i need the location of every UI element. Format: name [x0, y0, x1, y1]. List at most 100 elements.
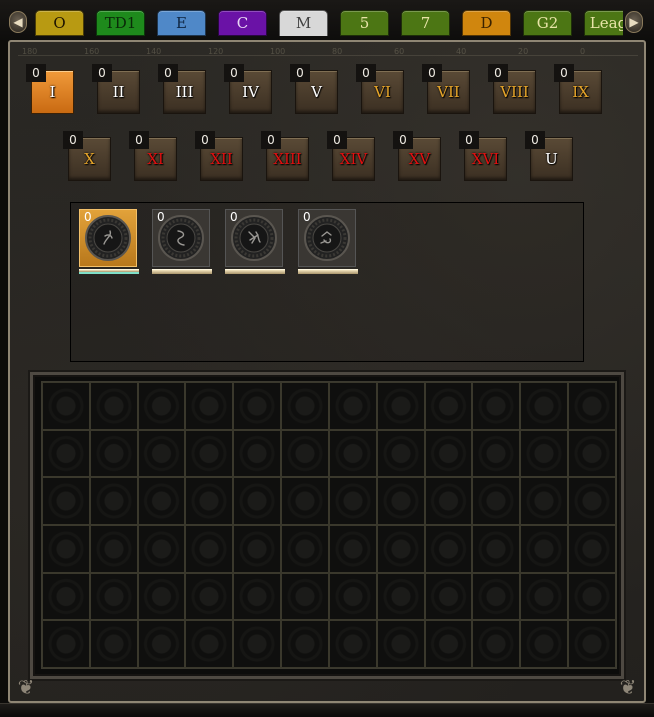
- grid-cell[interactable]: [137, 477, 186, 525]
- fragment-slot[interactable]: 0: [223, 207, 285, 279]
- map-tier-slot-viii: 0 VIII: [488, 64, 536, 114]
- tab-m[interactable]: M: [279, 10, 328, 36]
- grid-cell[interactable]: [89, 382, 138, 430]
- grid-cell[interactable]: [185, 477, 234, 525]
- grid-cell[interactable]: [472, 525, 521, 573]
- tab-d[interactable]: D: [462, 10, 511, 36]
- fragment-count: 0: [157, 210, 165, 224]
- grid-cell[interactable]: [424, 572, 473, 621]
- map-tier-slot-vii: 0 VII: [422, 64, 470, 114]
- grid-cell[interactable]: [520, 525, 569, 573]
- grid-cell[interactable]: [185, 429, 234, 478]
- ruler-number: 120: [208, 47, 224, 56]
- grid-cell[interactable]: [376, 477, 425, 525]
- storage-grid: [41, 381, 617, 669]
- grid-cell[interactable]: [42, 382, 90, 430]
- fragment-slot[interactable]: 0: [150, 207, 212, 279]
- grid-cell[interactable]: [520, 382, 569, 430]
- grid-cell[interactable]: [376, 620, 425, 668]
- grid-cell[interactable]: [520, 477, 569, 525]
- grid-cell[interactable]: [424, 477, 473, 525]
- tier-count: 0: [261, 131, 281, 149]
- grid-cell[interactable]: [520, 429, 569, 478]
- grid-cell[interactable]: [568, 382, 616, 430]
- tier-label: III: [175, 83, 194, 101]
- grid-cell[interactable]: [137, 572, 186, 621]
- grid-cell[interactable]: [568, 572, 616, 621]
- ruler-number: 40: [456, 47, 467, 56]
- grid-cell[interactable]: [281, 429, 329, 478]
- grid-cell[interactable]: [424, 429, 473, 478]
- grid-cell[interactable]: [472, 620, 521, 668]
- grid-cell[interactable]: [424, 382, 473, 430]
- grid-cell[interactable]: [89, 429, 138, 478]
- tab-g2[interactable]: G2: [523, 10, 572, 36]
- grid-cell[interactable]: [568, 620, 616, 668]
- grid-cell[interactable]: [233, 572, 282, 621]
- grid-cell[interactable]: [42, 525, 90, 573]
- grid-cell[interactable]: [42, 477, 90, 525]
- grid-cell[interactable]: [328, 429, 377, 478]
- fragment-slot[interactable]: 0: [77, 207, 139, 279]
- tab-e[interactable]: E: [157, 10, 206, 36]
- grid-cell[interactable]: [89, 620, 138, 668]
- grid-cell[interactable]: [376, 382, 425, 430]
- grid-cell[interactable]: [328, 477, 377, 525]
- fragment-slot[interactable]: 0: [296, 207, 358, 279]
- grid-cell[interactable]: [137, 382, 186, 430]
- grid-cell[interactable]: [89, 525, 138, 573]
- grid-cell[interactable]: [233, 525, 282, 573]
- grid-cell[interactable]: [520, 620, 569, 668]
- grid-cell[interactable]: [185, 620, 234, 668]
- grid-cell[interactable]: [137, 620, 186, 668]
- grid-cell[interactable]: [233, 477, 282, 525]
- tab-o[interactable]: O: [35, 10, 84, 36]
- tab-leag[interactable]: Leag: [584, 10, 623, 36]
- grid-cell[interactable]: [328, 620, 377, 668]
- grid-cell[interactable]: [472, 382, 521, 430]
- grid-cell[interactable]: [328, 572, 377, 621]
- grid-cell[interactable]: [185, 382, 234, 430]
- grid-cell[interactable]: [520, 572, 569, 621]
- grid-cell[interactable]: [376, 572, 425, 621]
- grid-cell[interactable]: [233, 620, 282, 668]
- grid-cell[interactable]: [376, 429, 425, 478]
- grid-cell[interactable]: [281, 525, 329, 573]
- tab-scroll-left-icon[interactable]: ◀: [9, 11, 27, 33]
- grid-cell[interactable]: [185, 525, 234, 573]
- grid-cell[interactable]: [424, 525, 473, 573]
- grid-cell[interactable]: [137, 429, 186, 478]
- grid-cell[interactable]: [568, 429, 616, 478]
- grid-cell[interactable]: [89, 477, 138, 525]
- grid-cell[interactable]: [89, 572, 138, 621]
- tab-scroll-right-icon[interactable]: ▶: [625, 11, 643, 33]
- bottom-ornament: [0, 703, 654, 717]
- grid-cell[interactable]: [233, 382, 282, 430]
- grid-cell[interactable]: [281, 477, 329, 525]
- grid-cell[interactable]: [281, 572, 329, 621]
- tab-5[interactable]: 5: [340, 10, 389, 36]
- grid-cell[interactable]: [568, 525, 616, 573]
- tab-td1[interactable]: TD1: [96, 10, 145, 36]
- grid-cell[interactable]: [472, 429, 521, 478]
- map-tier-slot-xvi: 0 XVI: [459, 131, 507, 181]
- tab-c[interactable]: C: [218, 10, 267, 36]
- grid-cell[interactable]: [281, 382, 329, 430]
- grid-cell[interactable]: [42, 620, 90, 668]
- grid-cell[interactable]: [568, 477, 616, 525]
- grid-cell[interactable]: [376, 525, 425, 573]
- grid-cell[interactable]: [137, 525, 186, 573]
- ruler-number: 140: [146, 47, 162, 56]
- grid-cell[interactable]: [472, 572, 521, 621]
- grid-cell[interactable]: [328, 525, 377, 573]
- grid-cell[interactable]: [472, 477, 521, 525]
- grid-cell[interactable]: [424, 620, 473, 668]
- map-tier-slot-xi: 0 XI: [129, 131, 177, 181]
- tab-7[interactable]: 7: [401, 10, 450, 36]
- grid-cell[interactable]: [233, 429, 282, 478]
- grid-cell[interactable]: [185, 572, 234, 621]
- grid-cell[interactable]: [328, 382, 377, 430]
- grid-cell[interactable]: [42, 572, 90, 621]
- grid-cell[interactable]: [281, 620, 329, 668]
- grid-cell[interactable]: [42, 429, 90, 478]
